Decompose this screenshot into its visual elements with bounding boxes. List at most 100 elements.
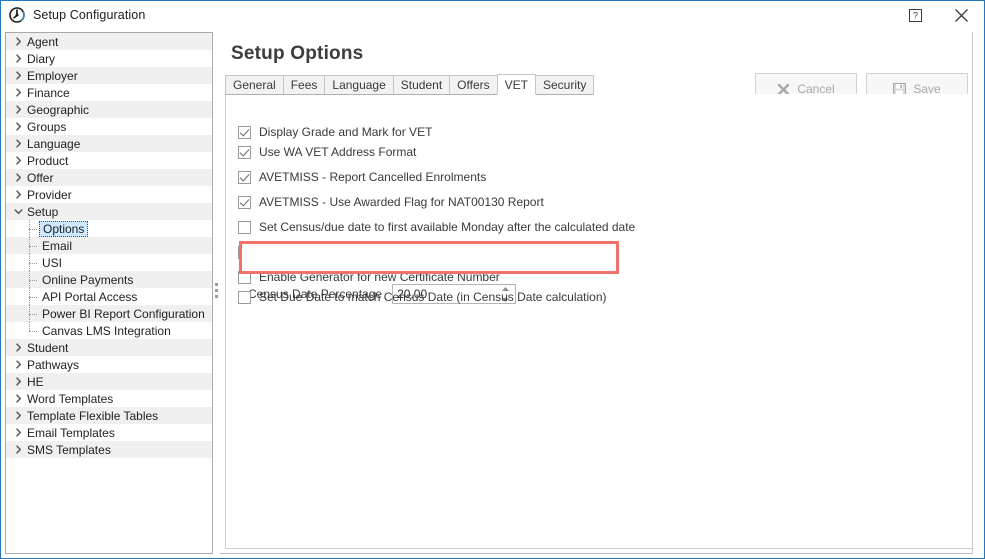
- sidebar-item-provider[interactable]: Provider: [6, 186, 212, 203]
- tab-vet[interactable]: VET: [497, 74, 536, 95]
- sidebar-item-email[interactable]: Email: [6, 237, 212, 254]
- setup-configuration-window: Setup Configuration ? Agent Diary Employer…: [0, 0, 985, 559]
- sidebar-item-product[interactable]: Product: [6, 152, 212, 169]
- sidebar-item-employer[interactable]: Employer: [6, 67, 212, 84]
- sidebar-item-label: HE: [27, 376, 44, 388]
- tab-general[interactable]: General: [225, 75, 284, 95]
- chevron-right-icon[interactable]: [12, 341, 25, 354]
- sidebar-item-word-templates[interactable]: Word Templates: [6, 390, 212, 407]
- chevron-right-icon[interactable]: [12, 137, 25, 150]
- chevron-right-icon[interactable]: [12, 120, 25, 133]
- tab-student[interactable]: Student: [393, 75, 450, 95]
- tab-fees[interactable]: Fees: [283, 75, 326, 95]
- close-button[interactable]: [938, 1, 984, 29]
- sidebar-item-setup[interactable]: Setup: [6, 203, 212, 220]
- tab-security[interactable]: Security: [535, 75, 594, 95]
- sidebar-item-power-bi-report-configuration[interactable]: Power BI Report Configuration: [6, 305, 212, 322]
- sidebar-item-geographic[interactable]: Geographic: [6, 101, 212, 118]
- sidebar-item-label: API Portal Access: [42, 291, 137, 303]
- sidebar-item-label: Finance: [27, 87, 70, 99]
- checkbox-label: Use WA VET Address Format: [259, 145, 416, 159]
- sidebar-item-api-portal-access[interactable]: API Portal Access: [6, 288, 212, 305]
- chevron-right-icon[interactable]: [12, 69, 25, 82]
- tab-label: General: [233, 78, 276, 92]
- checkbox-label: Enable Generator for new Certificate Num…: [259, 270, 500, 284]
- help-button[interactable]: ?: [892, 1, 938, 29]
- sidebar-item-label: Diary: [27, 53, 55, 65]
- checkbox-avetmiss-report-cancelled-enrolments[interactable]: [238, 171, 251, 184]
- sidebar-item-template-flexible-tables[interactable]: Template Flexible Tables: [6, 407, 212, 424]
- chevron-right-icon[interactable]: [12, 86, 25, 99]
- sidebar-item-usi[interactable]: USI: [6, 254, 212, 271]
- sidebar-item-label: Agent: [27, 36, 58, 48]
- chevron-right-icon[interactable]: [12, 426, 25, 439]
- window-body: Agent Diary Employer Finance Geographic Group…: [1, 29, 984, 558]
- sidebar-item-label: Student: [27, 342, 68, 354]
- sidebar-item-sms-templates[interactable]: SMS Templates: [6, 441, 212, 458]
- tab-offers[interactable]: Offers: [449, 75, 497, 95]
- sidebar-item-label: Email Templates: [27, 427, 115, 439]
- chevron-right-icon[interactable]: [12, 392, 25, 405]
- chevron-right-icon[interactable]: [12, 52, 25, 65]
- window-title: Setup Configuration: [33, 8, 145, 22]
- chevron-right-icon[interactable]: [12, 103, 25, 116]
- chevron-right-icon[interactable]: [12, 188, 25, 201]
- checkbox-avetmiss-use-awarded-flag-for-nat00130-report[interactable]: [238, 196, 251, 209]
- checkbox-enable-generator-for-new-certificate-number[interactable]: [238, 271, 251, 284]
- tab-language[interactable]: Language: [324, 75, 393, 95]
- tab-label: Language: [332, 78, 385, 92]
- sidebar-item-offer[interactable]: Offer: [6, 169, 212, 186]
- sidebar-item-options[interactable]: Options: [6, 220, 212, 237]
- sidebar-item-diary[interactable]: Diary: [6, 50, 212, 67]
- sidebar-item-label: Groups: [27, 121, 66, 133]
- checkbox-label: Set Census/due date to first available M…: [259, 220, 635, 234]
- tree-indent-guide: [12, 220, 42, 237]
- sidebar-item-email-templates[interactable]: Email Templates: [6, 424, 212, 441]
- checkbox-row-set-due-date-to-match-census-date-in-census-date-cal[interactable]: Set Due Date to match Census Date (in Ce…: [238, 287, 938, 307]
- sidebar-item-label: Offer: [27, 172, 53, 184]
- sidebar-item-canvas-lms-integration[interactable]: Canvas LMS Integration: [6, 322, 212, 339]
- chevron-right-icon[interactable]: [12, 443, 25, 456]
- sidebar-item-student[interactable]: Student: [6, 339, 212, 356]
- chevron-right-icon[interactable]: [12, 35, 25, 48]
- tree-indent-guide: [12, 254, 42, 271]
- sidebar-item-label: USI: [42, 257, 62, 269]
- chevron-right-icon[interactable]: [12, 358, 25, 371]
- checkbox-set-due-date-to-match-census-date-in-census-date-cal[interactable]: [238, 291, 251, 304]
- sidebar-item-language[interactable]: Language: [6, 135, 212, 152]
- sidebar-item-agent[interactable]: Agent: [6, 33, 212, 50]
- navigation-tree-panel[interactable]: Agent Diary Employer Finance Geographic Group…: [5, 32, 213, 554]
- app-logo-icon: [9, 7, 25, 23]
- checkbox-set-census-due-date-to-first-available-monday-after-[interactable]: [238, 221, 251, 234]
- sidebar-item-online-payments[interactable]: Online Payments: [6, 271, 212, 288]
- sidebar-item-groups[interactable]: Groups: [6, 118, 212, 135]
- chevron-right-icon[interactable]: [12, 409, 25, 422]
- tab-label: VET: [505, 78, 528, 92]
- highlight-backdrop: [242, 244, 616, 271]
- checkbox-label: Display Grade and Mark for VET: [259, 125, 432, 139]
- checkbox-row-use-wa-vet-address-format[interactable]: Use WA VET Address Format: [238, 142, 938, 162]
- chevron-right-icon[interactable]: [12, 171, 25, 184]
- tree-indent-guide: [12, 322, 42, 339]
- sidebar-item-label: Canvas LMS Integration: [42, 325, 171, 337]
- sidebar-item-finance[interactable]: Finance: [6, 84, 212, 101]
- splitter-grip-icon: [215, 283, 218, 300]
- checkbox-row-display-grade-and-mark-for-vet[interactable]: Display Grade and Mark for VET: [238, 122, 938, 142]
- checkbox-row-set-census-due-date-to-first-available-monday-after-[interactable]: Set Census/due date to first available M…: [238, 217, 938, 237]
- tab-label: Security: [543, 78, 586, 92]
- tab-label: Student: [401, 78, 442, 92]
- sidebar-item-label: Setup: [27, 206, 58, 218]
- sidebar-item-pathways[interactable]: Pathways: [6, 356, 212, 373]
- checkbox-label: AVETMISS - Use Awarded Flag for NAT00130…: [259, 195, 544, 209]
- sidebar-item-he[interactable]: HE: [6, 373, 212, 390]
- checkbox-use-wa-vet-address-format[interactable]: [238, 146, 251, 159]
- chevron-down-icon[interactable]: [12, 205, 25, 218]
- tab-label: Offers: [457, 78, 489, 92]
- checkbox-row-avetmiss-report-cancelled-enrolments[interactable]: AVETMISS - Report Cancelled Enrolments: [238, 167, 938, 187]
- checkbox-display-grade-and-mark-for-vet[interactable]: [238, 126, 251, 139]
- chevron-right-icon[interactable]: [12, 154, 25, 167]
- help-icon: ?: [909, 9, 922, 22]
- chevron-right-icon[interactable]: [12, 375, 25, 388]
- sidebar-item-label: Online Payments: [42, 274, 133, 286]
- checkbox-row-avetmiss-use-awarded-flag-for-nat00130-report[interactable]: AVETMISS - Use Awarded Flag for NAT00130…: [238, 192, 938, 212]
